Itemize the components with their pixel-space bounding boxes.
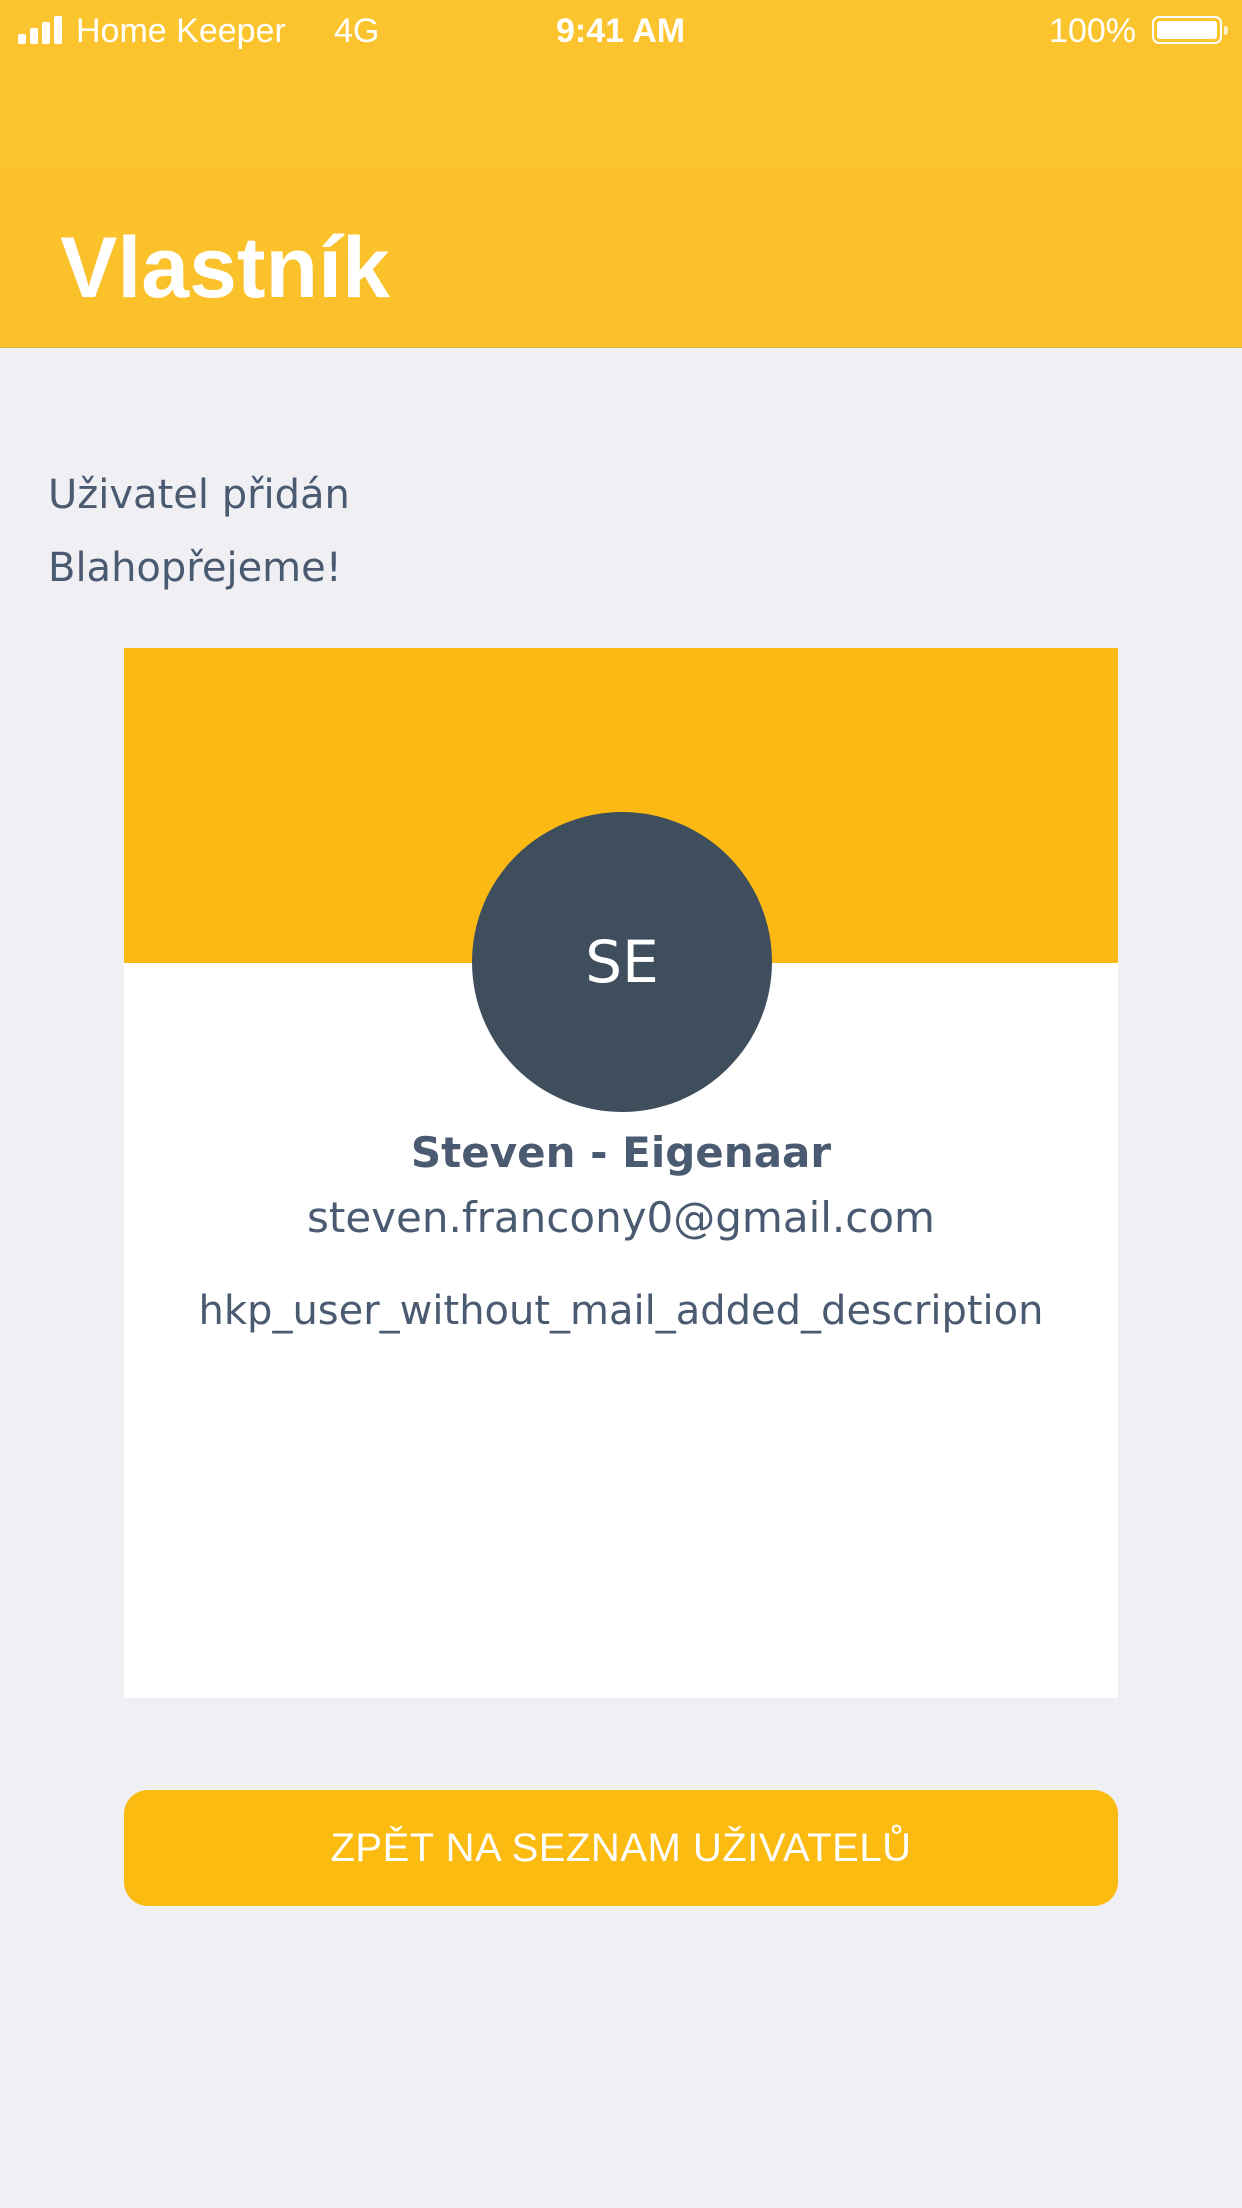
user-name: Steven - Eigenaar [410, 1128, 832, 1177]
user-description: hkp_user_without_mail_added_description [198, 1288, 1044, 1334]
back-to-user-list-button[interactable]: ZPĚT NA SEZNAM UŽIVATELŮ [124, 1790, 1118, 1906]
avatar: SE [472, 812, 772, 1112]
congratulations-message: Blahopřejeme! [48, 545, 342, 591]
user-card: SE Steven - Eigenaar steven.francony0@gm… [124, 648, 1118, 1698]
success-message: Uživatel přidán [48, 472, 350, 518]
user-email: steven.francony0@gmail.com [307, 1193, 935, 1242]
app-header: Home Keeper 4G 9:41 AM 100% Vlastník [0, 0, 1242, 348]
avatar-initials: SE [585, 928, 659, 996]
page-title: Vlastník [60, 220, 390, 316]
battery-percentage: 100% [1049, 12, 1136, 50]
battery-icon [1152, 16, 1228, 44]
status-bar: Home Keeper 4G 9:41 AM 100% [0, 0, 1242, 60]
signal-strength-icon [18, 16, 68, 44]
network-type: 4G [334, 12, 380, 50]
status-time: 9:41 AM [556, 12, 686, 50]
carrier-name: Home Keeper [76, 12, 286, 50]
